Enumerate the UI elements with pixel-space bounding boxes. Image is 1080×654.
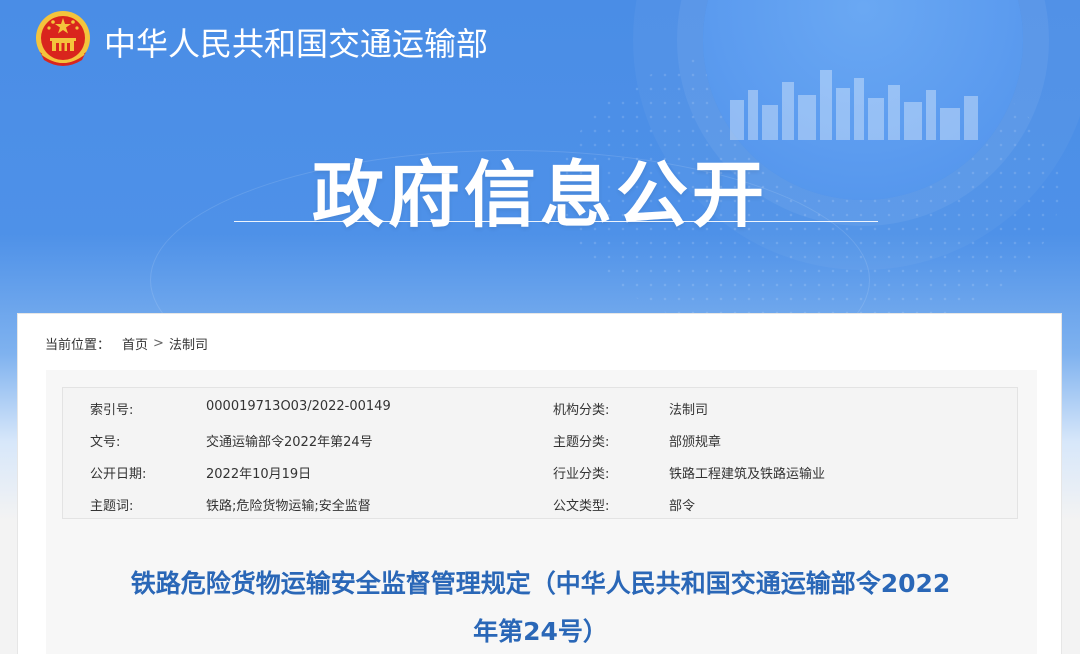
metadata-row: 主题词: 铁路;危险货物运输;安全监督 公文类型: 部令 bbox=[63, 486, 1019, 518]
metadata-row: 索引号: 000019713O03/2022-00149 机构分类: 法制司 bbox=[63, 390, 1019, 422]
metadata-table: 索引号: 000019713O03/2022-00149 机构分类: 法制司 文… bbox=[62, 387, 1018, 519]
document-title: 铁路危险货物运输安全监督管理规定（中华人民共和国交通运输部令2022 年第24号… bbox=[18, 560, 1063, 654]
site-title[interactable]: 中华人民共和国交通运输部 bbox=[104, 19, 488, 65]
org-category-label: 机构分类: bbox=[553, 403, 610, 418]
national-emblem-icon[interactable] bbox=[32, 8, 94, 74]
doc-number-label: 文号: bbox=[90, 435, 121, 450]
publish-date-label: 公开日期: bbox=[90, 467, 147, 482]
topic-category-label: 主题分类: bbox=[553, 435, 610, 450]
org-category-value: 法制司 bbox=[669, 403, 709, 418]
breadcrumb-separator: > bbox=[153, 336, 164, 351]
doc-type-label: 公文类型: bbox=[553, 499, 610, 514]
doc-number-value: 交通运输部令2022年第24号 bbox=[206, 435, 373, 450]
doc-type-value: 部令 bbox=[669, 499, 696, 514]
industry-category-label: 行业分类: bbox=[553, 467, 610, 482]
keywords-label: 主题词: bbox=[90, 499, 134, 514]
content-panel: 当前位置： 首页 > 法制司 索引号: 000019713O03/2022-00… bbox=[17, 313, 1062, 654]
index-number-value: 000019713O03/2022-00149 bbox=[206, 399, 391, 414]
keywords-value: 铁路;危险货物运输;安全监督 bbox=[206, 499, 371, 514]
document-title-line-2: 年第24号） bbox=[473, 617, 608, 646]
industry-category-value: 铁路工程建筑及铁路运输业 bbox=[669, 467, 826, 482]
city-skyline-decoration bbox=[730, 70, 978, 140]
hero-title: 政府信息公开 bbox=[311, 153, 768, 237]
metadata-row: 公开日期: 2022年10月19日 行业分类: 铁路工程建筑及铁路运输业 bbox=[63, 454, 1019, 486]
metadata-row: 文号: 交通运输部令2022年第24号 主题分类: 部颁规章 bbox=[63, 422, 1019, 454]
publish-date-value: 2022年10月19日 bbox=[206, 467, 312, 482]
index-number-label: 索引号: bbox=[90, 403, 134, 418]
breadcrumb-home-link[interactable]: 首页 bbox=[122, 334, 148, 353]
breadcrumb: 当前位置： 首页 > 法制司 bbox=[45, 334, 208, 353]
topic-category-value: 部颁规章 bbox=[669, 435, 722, 450]
breadcrumb-prefix: 当前位置： bbox=[45, 338, 111, 353]
hero-divider bbox=[234, 221, 878, 222]
document-title-line-1: 铁路危险货物运输安全监督管理规定（中华人民共和国交通运输部令2022 bbox=[130, 569, 951, 598]
breadcrumb-current-link[interactable]: 法制司 bbox=[169, 334, 208, 353]
